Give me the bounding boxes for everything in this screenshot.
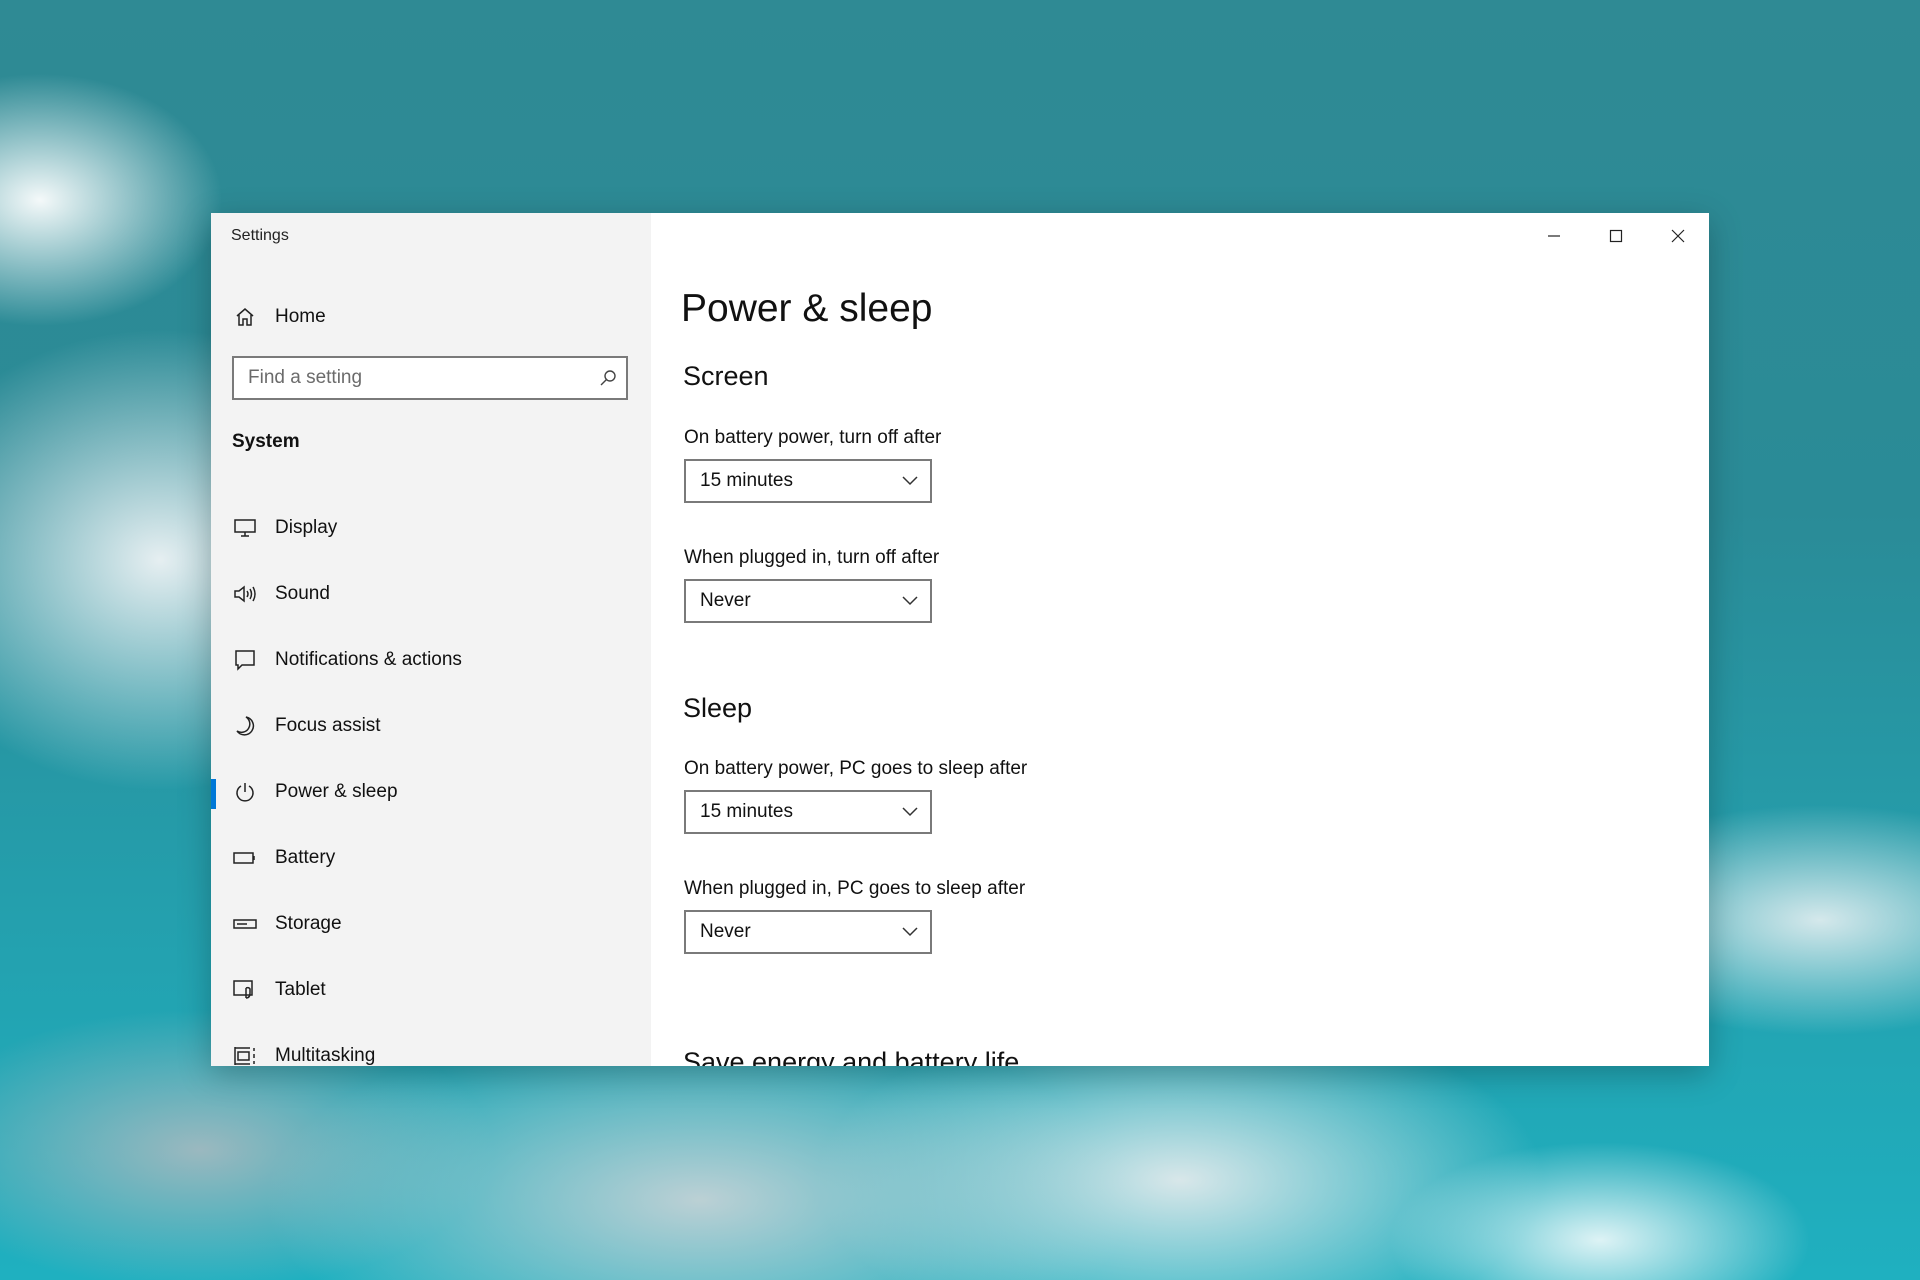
save-energy-section-title: Save energy and battery life xyxy=(683,1047,1020,1066)
sidebar-item-focus-assist[interactable]: Focus assist xyxy=(211,693,651,759)
screen-plugged-label: When plugged in, turn off after xyxy=(684,547,940,568)
tablet-icon xyxy=(231,976,259,1004)
sidebar-item-label: Power & sleep xyxy=(275,781,398,802)
home-icon xyxy=(231,303,259,331)
dropdown-value: 15 minutes xyxy=(700,470,793,491)
screen-plugged-dropdown[interactable]: Never xyxy=(684,579,932,623)
sidebar-item-label: Display xyxy=(275,517,338,538)
chevron-down-icon xyxy=(902,807,918,817)
search-icon[interactable] xyxy=(590,369,626,387)
sidebar-item-sound[interactable]: Sound xyxy=(211,561,651,627)
app-title: Settings xyxy=(231,227,289,244)
search-box xyxy=(232,356,628,400)
sidebar-nav: Display Sound Notifications & actions Fo… xyxy=(211,495,651,1066)
sidebar-item-label: Notifications & actions xyxy=(275,649,462,670)
sleep-plugged-label: When plugged in, PC goes to sleep after xyxy=(684,878,1026,899)
maximize-icon xyxy=(1609,229,1623,243)
screen-battery-label: On battery power, turn off after xyxy=(684,427,942,448)
sidebar-item-label: Focus assist xyxy=(275,715,381,736)
moon-icon xyxy=(231,712,259,740)
sidebar-item-label: Storage xyxy=(275,913,342,934)
sidebar-item-label: Battery xyxy=(275,847,336,868)
speaker-icon xyxy=(231,580,259,608)
sidebar-item-label: Multitasking xyxy=(275,1045,376,1066)
storage-icon xyxy=(231,910,259,938)
sleep-battery-label: On battery power, PC goes to sleep after xyxy=(684,758,1028,779)
section-label-system: System xyxy=(232,431,300,452)
screen-battery-dropdown[interactable]: 15 minutes xyxy=(684,459,932,503)
chevron-down-icon xyxy=(902,927,918,937)
sleep-section-title: Sleep xyxy=(683,693,753,723)
home-label: Home xyxy=(275,306,326,327)
notification-icon xyxy=(231,646,259,674)
dropdown-value: 15 minutes xyxy=(700,801,793,822)
sidebar-home[interactable]: Home xyxy=(231,299,631,335)
monitor-icon xyxy=(231,514,259,542)
battery-icon xyxy=(231,844,259,872)
sleep-battery-dropdown[interactable]: 15 minutes xyxy=(684,790,932,834)
page-title: Power & sleep xyxy=(681,287,933,330)
window-controls xyxy=(1523,213,1709,259)
sidebar-item-notifications[interactable]: Notifications & actions xyxy=(211,627,651,693)
close-button[interactable] xyxy=(1647,213,1709,259)
minimize-icon xyxy=(1548,235,1560,237)
sidebar-item-storage[interactable]: Storage xyxy=(211,891,651,957)
dropdown-value: Never xyxy=(700,590,751,611)
chevron-down-icon xyxy=(902,476,918,486)
maximize-button[interactable] xyxy=(1585,213,1647,259)
minimize-button[interactable] xyxy=(1523,213,1585,259)
main-content: Power & sleep Screen On battery power, t… xyxy=(651,213,1709,1066)
sidebar-item-multitasking[interactable]: Multitasking xyxy=(211,1023,651,1066)
sleep-plugged-dropdown[interactable]: Never xyxy=(684,910,932,954)
chevron-down-icon xyxy=(902,596,918,606)
sidebar-item-power-sleep[interactable]: Power & sleep xyxy=(211,759,651,825)
sidebar-item-display[interactable]: Display xyxy=(211,495,651,561)
sidebar-item-label: Tablet xyxy=(275,979,326,1000)
settings-window: Settings Home System Display xyxy=(211,213,1709,1066)
power-icon xyxy=(231,778,259,806)
multitasking-icon xyxy=(231,1042,259,1066)
close-icon xyxy=(1671,229,1685,243)
dropdown-value: Never xyxy=(700,921,751,942)
sidebar-item-battery[interactable]: Battery xyxy=(211,825,651,891)
screen-section-title: Screen xyxy=(683,361,769,391)
search-input[interactable] xyxy=(234,358,590,398)
sidebar: Settings Home System Display xyxy=(211,213,651,1066)
sidebar-item-label: Sound xyxy=(275,583,330,604)
sidebar-item-tablet[interactable]: Tablet xyxy=(211,957,651,1023)
